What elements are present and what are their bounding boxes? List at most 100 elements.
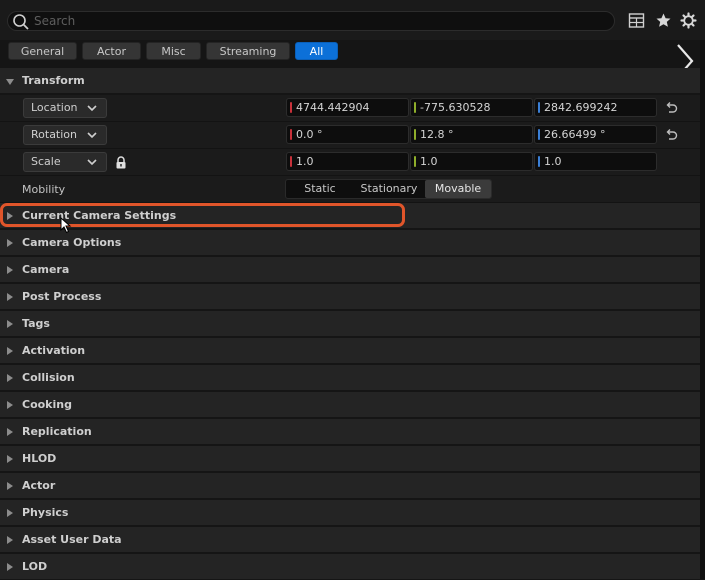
expand-arrow-icon: [7, 239, 13, 247]
section-post-process[interactable]: Post Process: [0, 284, 700, 310]
expand-arrow-icon: [7, 293, 13, 301]
location-row: Location 4744.442904 -775.630528 2842.69…: [0, 95, 700, 122]
section-activation[interactable]: Activation: [0, 338, 700, 364]
location-label: Location: [31, 101, 78, 114]
section-label: Asset User Data: [22, 533, 122, 546]
settings-gear-icon[interactable]: [680, 12, 697, 29]
section-camera-options[interactable]: Camera Options: [0, 230, 700, 256]
x-axis-marker: [290, 156, 292, 167]
star-icon[interactable]: [655, 12, 672, 29]
panel-edge: [700, 40, 705, 579]
mobility-row: Mobility Static Stationary Movable: [0, 176, 700, 203]
rotation-row: Rotation 0.0 ° 12.8 ° 26.66499 °: [0, 122, 700, 149]
lock-icon[interactable]: [115, 156, 127, 169]
section-label: Tags: [22, 317, 50, 330]
search-box[interactable]: [7, 11, 615, 31]
chevron-down-icon: [87, 132, 97, 139]
z-axis-marker: [538, 156, 540, 167]
section-tags[interactable]: Tags: [0, 311, 700, 337]
filter-misc-button[interactable]: Misc: [146, 42, 201, 60]
location-z-value: 2842.699242: [544, 101, 618, 114]
expand-arrow-icon: [7, 401, 13, 409]
mobility-stationary-option[interactable]: Stationary: [355, 180, 423, 198]
mobility-label: Mobility: [22, 183, 66, 196]
location-x-field[interactable]: 4744.442904: [286, 98, 409, 117]
mobility-movable-option[interactable]: Movable: [425, 180, 491, 198]
section-asset-user-data[interactable]: Asset User Data: [0, 527, 700, 553]
expand-arrow-icon: [7, 320, 13, 328]
location-z-field[interactable]: 2842.699242: [534, 98, 657, 117]
x-axis-marker: [290, 102, 292, 113]
section-actor[interactable]: Actor: [0, 473, 700, 499]
x-axis-marker: [290, 129, 292, 140]
section-physics[interactable]: Physics: [0, 500, 700, 526]
scale-row: Scale 1.0 1.0 1.0: [0, 149, 700, 176]
expand-arrow-icon: [7, 455, 13, 463]
expand-arrow-icon: [7, 266, 13, 274]
expand-arrow-icon: [7, 482, 13, 490]
filter-general-button[interactable]: General: [8, 42, 77, 60]
scale-y-field[interactable]: 1.0: [410, 152, 533, 171]
mouse-cursor-icon: [60, 217, 72, 234]
y-axis-marker: [414, 156, 416, 167]
rotation-z-value: 26.66499 °: [544, 128, 606, 141]
section-label: Actor: [22, 479, 56, 492]
section-transform[interactable]: Transform: [0, 68, 700, 94]
rotation-x-value: 0.0 °: [296, 128, 323, 141]
table-view-icon[interactable]: [628, 12, 645, 29]
section-label: Transform: [22, 74, 85, 87]
expand-arrow-icon: [7, 509, 13, 517]
rotation-z-field[interactable]: 26.66499 °: [534, 125, 657, 144]
rotation-y-field[interactable]: 12.8 °: [410, 125, 533, 144]
details-toolbar: [0, 0, 705, 40]
mobility-static-option[interactable]: Static: [287, 180, 353, 198]
location-y-field[interactable]: -775.630528: [410, 98, 533, 117]
scale-y-value: 1.0: [420, 155, 438, 168]
z-axis-marker: [538, 129, 540, 140]
scale-z-field[interactable]: 1.0: [534, 152, 657, 171]
location-y-value: -775.630528: [420, 101, 491, 114]
section-collision[interactable]: Collision: [0, 365, 700, 391]
reset-to-default-icon[interactable]: [664, 128, 678, 142]
expand-arrow-icon: [7, 563, 13, 571]
collapse-arrow-icon: [6, 79, 14, 85]
scale-label: Scale: [31, 155, 61, 168]
section-label: Camera: [22, 263, 70, 276]
section-lod[interactable]: LOD: [0, 554, 700, 580]
section-label: LOD: [22, 560, 48, 573]
expand-arrow-icon: [7, 428, 13, 436]
section-replication[interactable]: Replication: [0, 419, 700, 445]
reset-to-default-icon[interactable]: [664, 101, 678, 115]
rotation-label: Rotation: [31, 128, 78, 141]
section-label: Activation: [22, 344, 86, 357]
section-cooking[interactable]: Cooking: [0, 392, 700, 418]
y-axis-marker: [414, 129, 416, 140]
section-hlod[interactable]: HLOD: [0, 446, 700, 472]
rotation-dropdown[interactable]: Rotation: [23, 125, 107, 145]
scale-x-field[interactable]: 1.0: [286, 152, 409, 171]
expand-arrow-icon: [7, 347, 13, 355]
y-axis-marker: [414, 102, 416, 113]
section-camera[interactable]: Camera: [0, 257, 700, 283]
chevron-down-icon: [87, 105, 97, 112]
mobility-selector: Static Stationary Movable: [285, 179, 492, 199]
location-x-value: 4744.442904: [296, 101, 370, 114]
section-label: Cooking: [22, 398, 72, 411]
rotation-x-field[interactable]: 0.0 °: [286, 125, 409, 144]
search-icon: [13, 14, 29, 30]
chevron-down-icon: [87, 159, 97, 166]
section-label: Post Process: [22, 290, 102, 303]
filter-all-button[interactable]: All: [295, 42, 338, 60]
section-label: Physics: [22, 506, 69, 519]
section-label: Collision: [22, 371, 75, 384]
section-label: Replication: [22, 425, 92, 438]
filter-actor-button[interactable]: Actor: [82, 42, 141, 60]
z-axis-marker: [538, 102, 540, 113]
rotation-y-value: 12.8 °: [420, 128, 454, 141]
filter-streaming-button[interactable]: Streaming: [206, 42, 290, 60]
location-dropdown[interactable]: Location: [23, 98, 107, 118]
scale-dropdown[interactable]: Scale: [23, 152, 107, 172]
expand-arrow-icon: [7, 536, 13, 544]
scale-z-value: 1.0: [544, 155, 562, 168]
search-input[interactable]: [34, 12, 594, 30]
